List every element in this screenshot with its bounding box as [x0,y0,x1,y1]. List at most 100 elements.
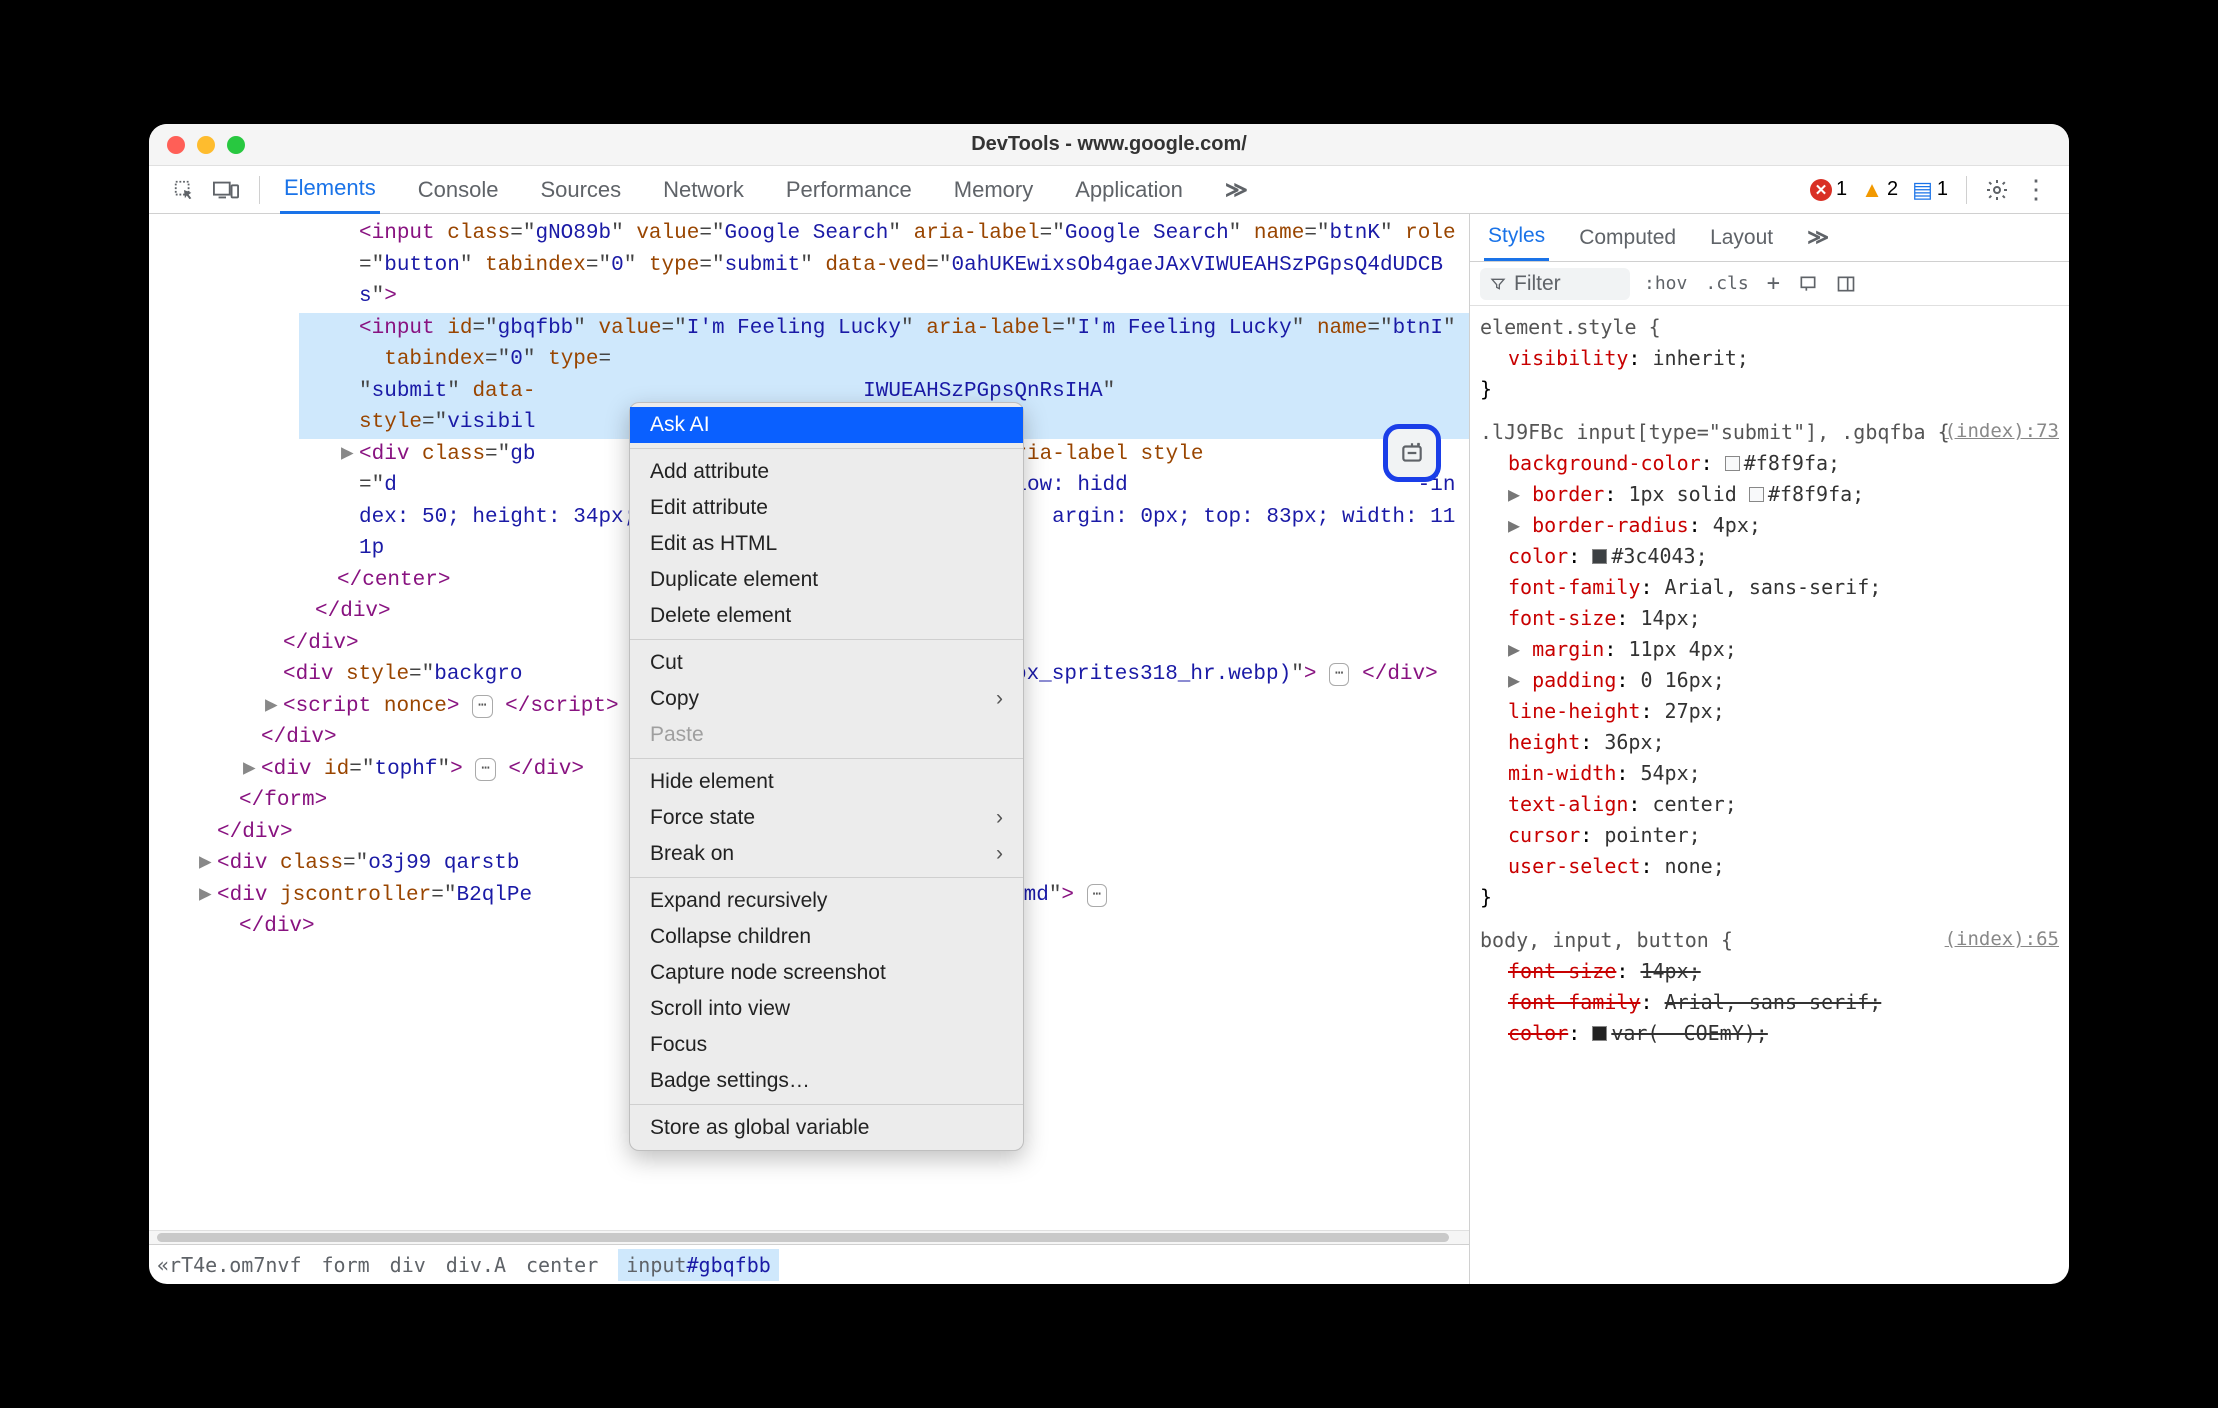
tab-sources[interactable]: Sources [536,167,625,213]
toggle-sidebar-icon[interactable] [1832,274,1860,294]
tab-console[interactable]: Console [414,167,503,213]
more-icon[interactable]: ⋮ [2023,174,2049,205]
css-property[interactable]: height: 36px; [1480,727,2059,758]
css-property[interactable]: line-height: 27px; [1480,696,2059,727]
crumb[interactable]: «rT4e.om7nvf [157,1253,302,1277]
menu-item-break-on[interactable]: Break on› [630,836,1023,872]
window-title: DevTools - www.google.com/ [971,133,1247,156]
css-property[interactable]: color: #3c4043; [1480,541,2059,572]
warnings-count: 2 [1887,178,1898,201]
menu-item-expand-recursively[interactable]: Expand recursively [630,883,1023,919]
context-menu: Ask AI Add attributeEdit attributeEdit as… [629,402,1024,1151]
crumb[interactable]: div.A [446,1253,506,1277]
tab-computed[interactable]: Computed [1575,216,1680,260]
styles-tabs-overflow[interactable]: ≫ [1803,215,1833,260]
messages-badge[interactable]: ▤1 [1912,177,1948,203]
menu-item-capture-node-screenshot[interactable]: Capture node screenshot [630,955,1023,991]
tab-memory[interactable]: Memory [950,167,1037,213]
menu-item-duplicate-element[interactable]: Duplicate element [630,562,1023,598]
menu-item-paste: Paste [630,717,1023,753]
warnings-badge[interactable]: ▲2 [1861,177,1898,203]
menu-separator [630,758,1023,759]
filter-placeholder: Filter [1514,272,1561,296]
styles-filter-input[interactable]: Filter [1480,268,1630,300]
css-property[interactable]: font-size: 14px; [1480,603,2059,634]
menu-item-ask-ai[interactable]: Ask AI [630,407,1023,443]
chevron-right-icon: › [996,806,1003,830]
menu-item-edit-attribute[interactable]: Edit attribute [630,490,1023,526]
menu-item-add-attribute[interactable]: Add attribute [630,454,1023,490]
dom-node[interactable]: <input class="gNO89b" value="Google Sear… [299,218,1469,313]
crumb-active[interactable]: input#gbqfbb [618,1249,779,1281]
gear-icon[interactable] [1985,178,2009,202]
css-property[interactable]: font-family: Arial, sans-serif; [1480,572,2059,603]
main-toolbar: Elements Console Sources Network Perform… [149,166,2069,214]
css-property[interactable]: color: var(--COEmY); [1480,1018,2059,1049]
menu-item-cut[interactable]: Cut [630,645,1023,681]
tab-network[interactable]: Network [659,167,748,213]
maximize-icon[interactable] [227,136,245,154]
css-property[interactable]: ▶ margin: 11px 4px; [1480,634,2059,665]
cls-button[interactable]: .cls [1701,273,1752,294]
css-property[interactable]: font-size: 14px; [1480,956,2059,987]
chevron-right-icon: › [996,842,1003,866]
tab-styles[interactable]: Styles [1484,214,1549,261]
menu-item-copy[interactable]: Copy› [630,681,1023,717]
menu-item-delete-element[interactable]: Delete element [630,598,1023,634]
css-rule[interactable]: element.style {visibility: inherit;} [1480,312,2059,405]
menu-item-hide-element[interactable]: Hide element [630,764,1023,800]
css-property[interactable]: font-family: Arial, sans-serif; [1480,987,2059,1018]
ask-ai-button[interactable] [1383,424,1441,482]
horizontal-scrollbar[interactable] [149,1230,1469,1244]
tab-layout[interactable]: Layout [1706,216,1777,260]
menu-separator [630,877,1023,878]
menu-item-edit-as-html[interactable]: Edit as HTML [630,526,1023,562]
minimize-icon[interactable] [197,136,215,154]
crumb[interactable]: form [322,1253,370,1277]
rule-source-link[interactable]: (index):73 [1945,417,2059,446]
menu-item-scroll-into-view[interactable]: Scroll into view [630,991,1023,1027]
css-property[interactable]: ▶ border: 1px solid #f8f9fa; [1480,479,2059,510]
menu-separator [630,448,1023,449]
errors-badge[interactable]: ✕1 [1810,178,1847,201]
errors-count: 1 [1836,178,1847,201]
tabs-overflow[interactable]: ≫ [1221,167,1252,213]
menu-item-store-as-global-variable[interactable]: Store as global variable [630,1110,1023,1146]
titlebar: DevTools - www.google.com/ [149,124,2069,166]
styles-rules[interactable]: element.style {visibility: inherit;} (ind… [1470,306,2069,1284]
menu-item-badge-settings-[interactable]: Badge settings… [630,1063,1023,1099]
crumb[interactable]: div [390,1253,426,1277]
css-property[interactable]: min-width: 54px; [1480,758,2059,789]
rule-source-link[interactable]: (index):65 [1945,925,2059,954]
chevron-right-icon: › [996,687,1003,711]
brush-icon[interactable] [1794,274,1822,294]
css-property[interactable]: visibility: inherit; [1480,343,2059,374]
device-icon[interactable] [213,179,239,201]
css-property[interactable]: user-select: none; [1480,851,2059,882]
css-property[interactable]: ▶ padding: 0 16px; [1480,665,2059,696]
tab-elements[interactable]: Elements [280,165,380,214]
menu-separator [630,639,1023,640]
close-icon[interactable] [167,136,185,154]
breadcrumb: «rT4e.om7nvf form div div.A center input… [149,1244,1469,1284]
traffic-lights [167,136,245,154]
css-property[interactable]: ▶ border-radius: 4px; [1480,510,2059,541]
styles-panel: Styles Computed Layout ≫ Filter :hov .cl… [1469,214,2069,1284]
tab-performance[interactable]: Performance [782,167,916,213]
css-property[interactable]: text-align: center; [1480,789,2059,820]
css-rule[interactable]: (index):65body, input, button {font-size… [1480,925,2059,1049]
css-rule[interactable]: (index):73.lJ9FBc input[type="submit"], … [1480,417,2059,913]
menu-separator [630,1104,1023,1105]
menu-item-force-state[interactable]: Force state› [630,800,1023,836]
hov-button[interactable]: :hov [1640,273,1691,294]
crumb[interactable]: center [526,1253,598,1277]
new-rule-icon[interactable]: + [1763,271,1784,296]
inspect-icon[interactable] [173,179,195,201]
css-property[interactable]: cursor: pointer; [1480,820,2059,851]
menu-item-collapse-children[interactable]: Collapse children [630,919,1023,955]
tab-application[interactable]: Application [1071,167,1187,213]
menu-item-focus[interactable]: Focus [630,1027,1023,1063]
divider [259,176,260,204]
css-property[interactable]: background-color: #f8f9fa; [1480,448,2059,479]
devtools-window: DevTools - www.google.com/ Elements Cons… [149,124,2069,1284]
